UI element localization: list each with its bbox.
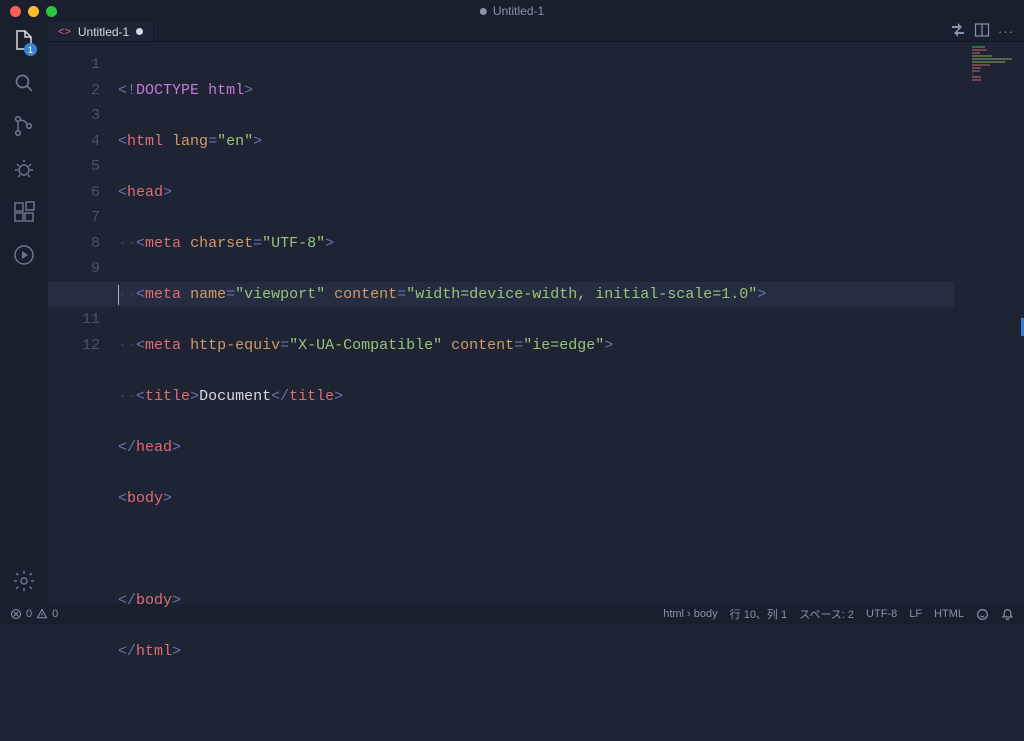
debug-icon[interactable] (12, 157, 36, 184)
html-file-icon: <> (58, 26, 71, 38)
explorer-badge: 1 (24, 43, 37, 56)
source-control-icon[interactable] (12, 114, 36, 141)
text-cursor (118, 285, 119, 305)
close-window-button[interactable] (10, 6, 21, 17)
code-editor[interactable]: 123 456 789 101112 <!DOCTYPE html> <html… (48, 42, 1024, 741)
editor-area: <> Untitled-1 ··· 123 456 789 101112 <!D… (48, 22, 1024, 604)
tab-unsaved-dot-icon (136, 28, 143, 35)
line-number-gutter: 123 456 789 101112 (48, 42, 108, 741)
window-title: Untitled-1 (480, 4, 544, 18)
more-actions-icon[interactable]: ··· (998, 24, 1014, 39)
explorer-icon[interactable]: 1 (12, 28, 36, 55)
tab-untitled-1[interactable]: <> Untitled-1 (48, 22, 154, 41)
compare-icon[interactable] (950, 22, 966, 41)
minimize-window-button[interactable] (28, 6, 39, 17)
tab-label: Untitled-1 (78, 25, 129, 39)
tab-bar: <> Untitled-1 ··· (48, 22, 1024, 42)
title-bar: Untitled-1 (0, 0, 1024, 22)
activity-bar: 1 (0, 22, 48, 604)
unsaved-indicator-icon (480, 8, 487, 15)
window-controls (10, 6, 57, 17)
code-content[interactable]: <!DOCTYPE html> <html lang="en"> <head> … (108, 42, 1024, 741)
maximize-window-button[interactable] (46, 6, 57, 17)
minimap[interactable] (972, 46, 1022, 82)
live-share-icon[interactable] (12, 243, 36, 270)
window-title-text: Untitled-1 (493, 4, 544, 18)
search-icon[interactable] (12, 71, 36, 98)
split-editor-icon[interactable] (974, 22, 990, 41)
editor-actions: ··· (950, 22, 1024, 41)
settings-gear-icon[interactable] (12, 569, 36, 596)
extensions-icon[interactable] (12, 200, 36, 227)
